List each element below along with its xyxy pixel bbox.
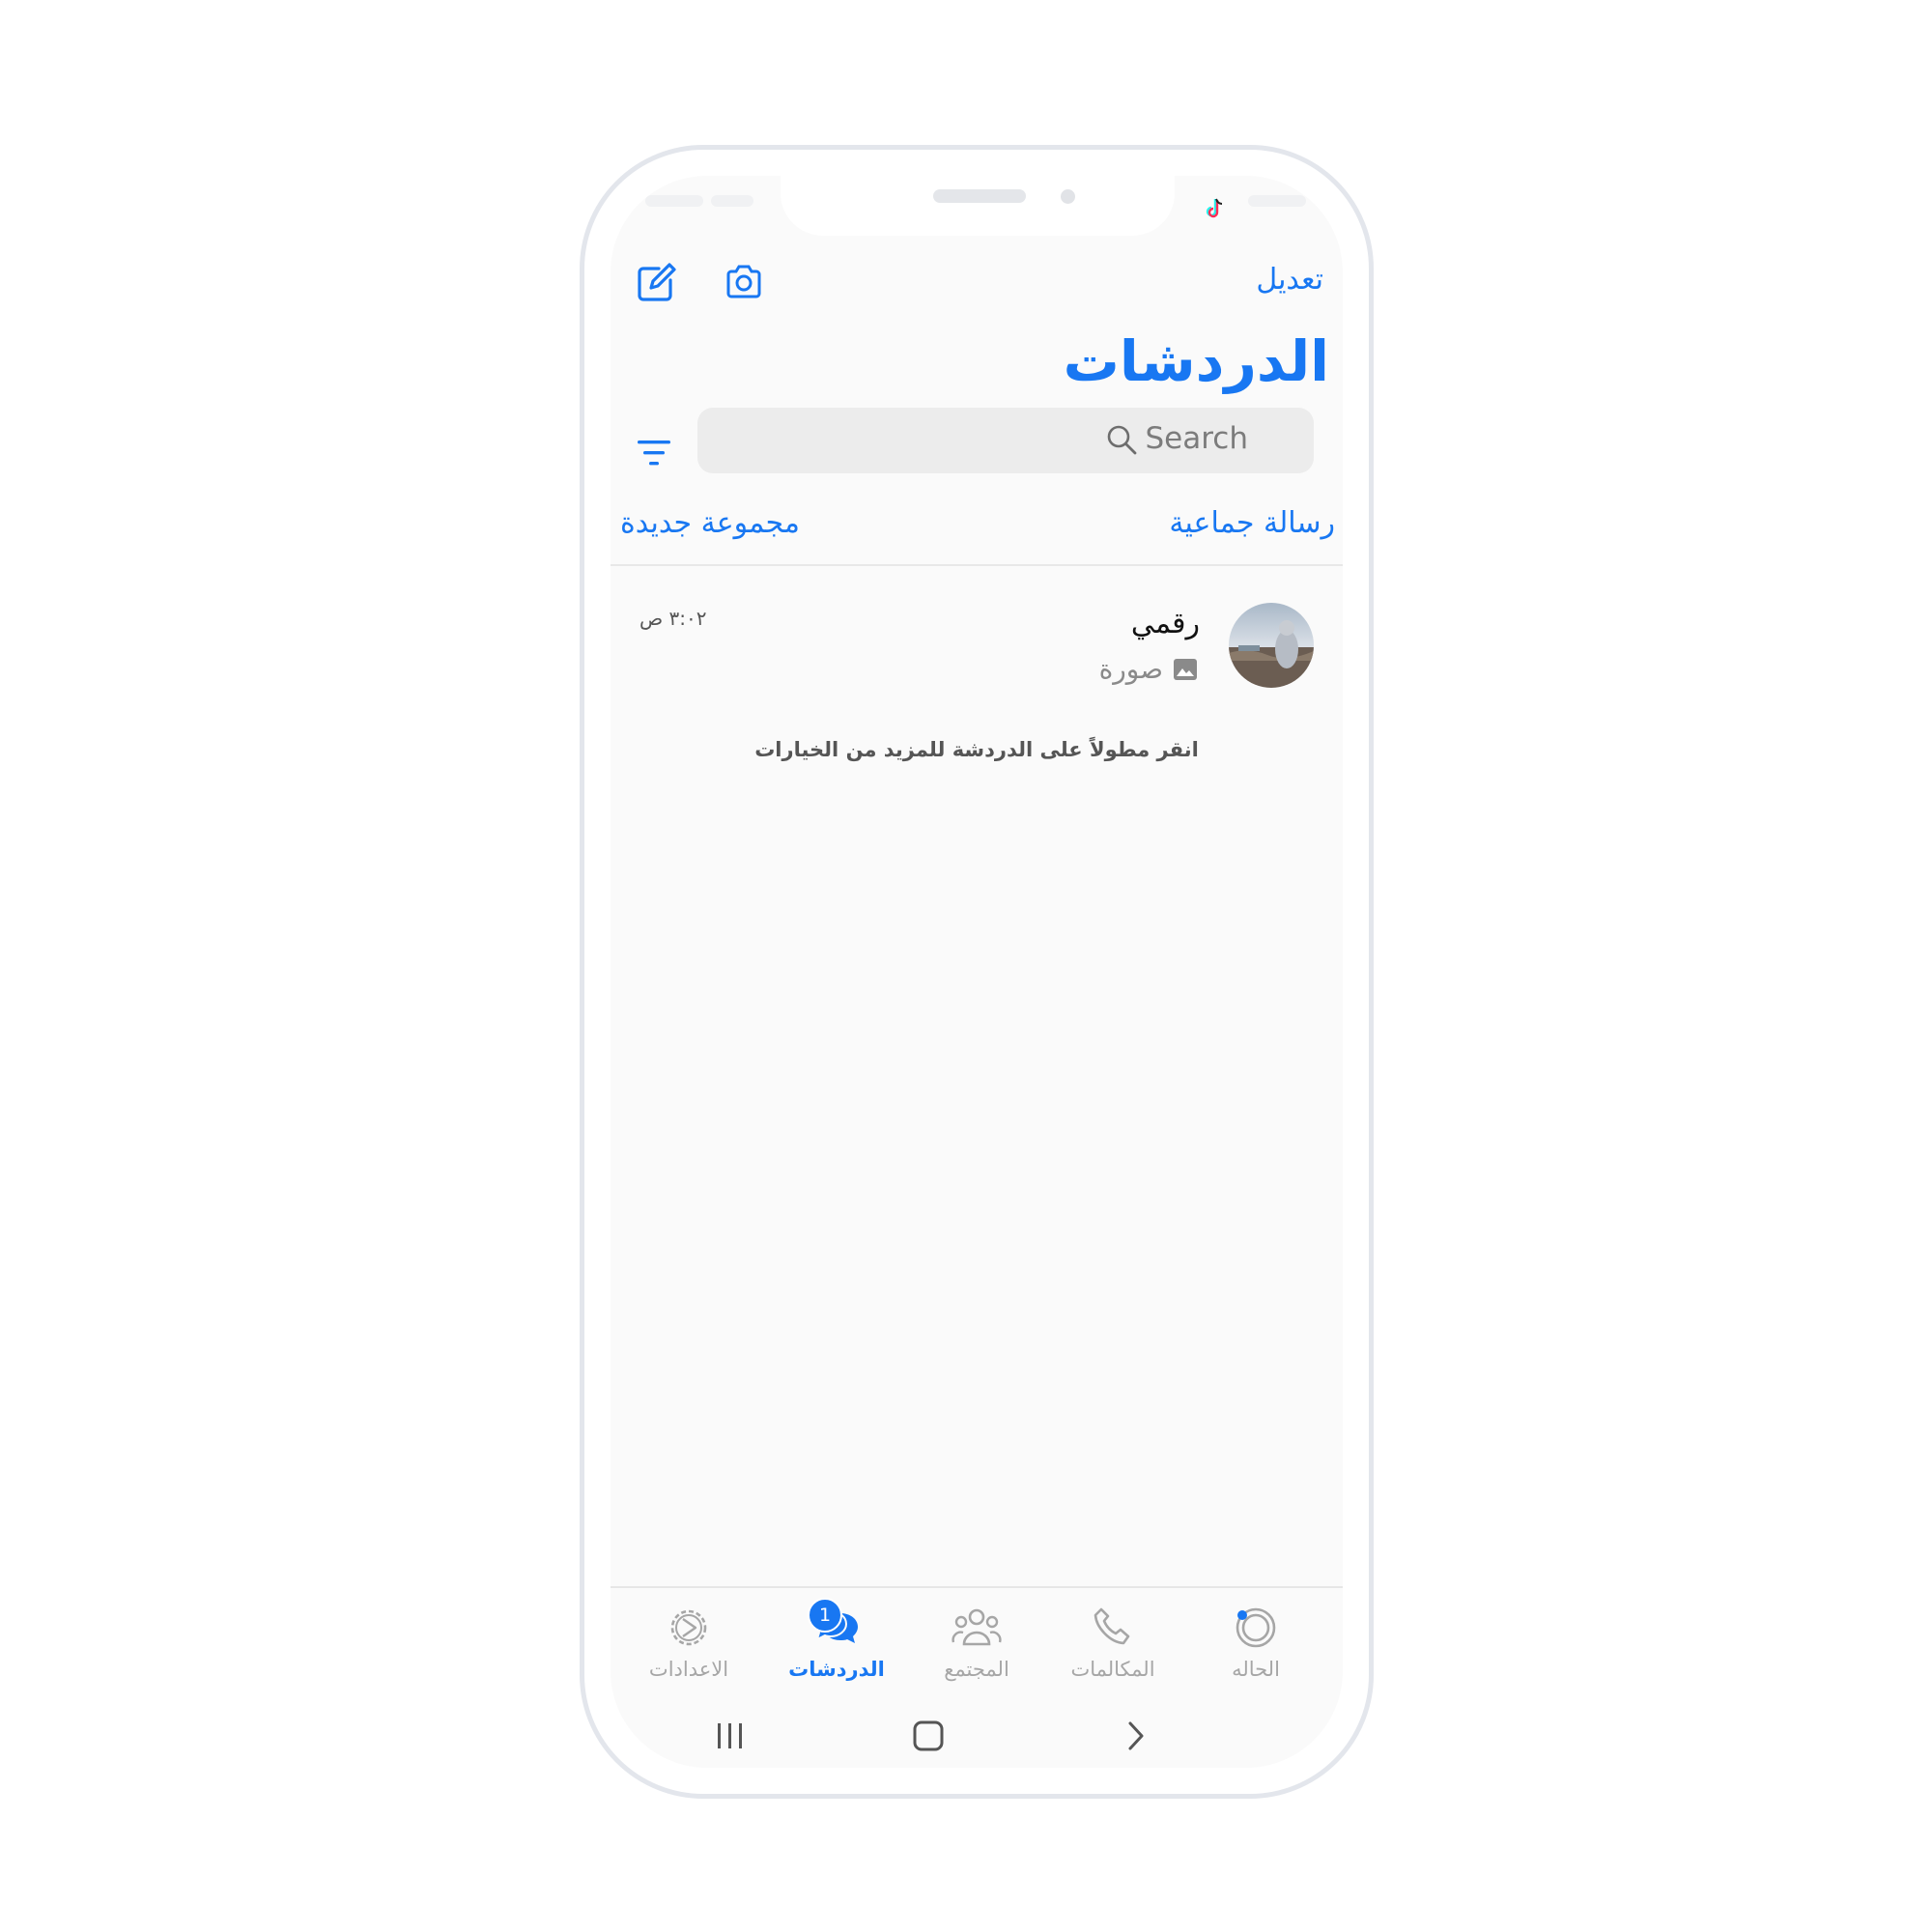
- tab-community-label: المجتمع: [944, 1658, 1009, 1681]
- status-icon: [1236, 1607, 1276, 1648]
- new-group-button[interactable]: مجموعة جديدة: [620, 506, 800, 540]
- chat-name: رقمي: [1130, 607, 1200, 640]
- tiktok-icon: [1206, 198, 1223, 218]
- notch: [781, 176, 1175, 236]
- speaker-grille: [933, 189, 1026, 203]
- avatar: [1229, 603, 1314, 688]
- recent-apps-icon[interactable]: [706, 1712, 754, 1760]
- filter-icon[interactable]: [636, 437, 672, 469]
- tab-calls[interactable]: المكالمات: [1045, 1598, 1180, 1694]
- search-input[interactable]: Search: [697, 408, 1314, 473]
- search-icon: [1107, 425, 1137, 455]
- unread-badge: 1: [808, 1598, 842, 1633]
- camera-icon[interactable]: [723, 261, 765, 303]
- settings-icon: [670, 1609, 707, 1646]
- page-title: الدردشات: [1063, 328, 1329, 394]
- back-icon[interactable]: [1113, 1712, 1161, 1760]
- phone-icon: [1094, 1607, 1130, 1645]
- tab-settings-label: الاعدادات: [648, 1658, 729, 1681]
- chat-time: ٣:٠٢ ص: [639, 607, 707, 630]
- photo-icon: [1174, 658, 1197, 680]
- long-press-hint: انقر مطولاً على الدردشة للمزيد من الخيار…: [754, 738, 1199, 761]
- home-icon[interactable]: [904, 1712, 952, 1760]
- tab-chats-label: الدردشات: [788, 1658, 885, 1681]
- search-placeholder: Search: [1145, 421, 1248, 456]
- status-signal: [645, 195, 703, 207]
- status-wifi: [711, 195, 753, 207]
- tab-settings[interactable]: الاعدادات: [621, 1598, 756, 1694]
- app-screen: تعديل الدردشات Search رسالة جماعية مجموع…: [611, 176, 1343, 1768]
- tab-status[interactable]: الحاله: [1188, 1598, 1323, 1694]
- tab-community[interactable]: المجتمع: [909, 1598, 1044, 1694]
- tab-chats[interactable]: 1 الدردشات: [769, 1598, 904, 1694]
- tab-bar-divider: [611, 1586, 1343, 1588]
- compose-icon[interactable]: [634, 261, 678, 305]
- community-icon: [952, 1608, 1002, 1646]
- chat-preview: صورة: [1099, 653, 1198, 685]
- status-battery: [1248, 195, 1306, 207]
- tab-calls-label: المكالمات: [1070, 1658, 1155, 1681]
- broadcast-button[interactable]: رسالة جماعية: [1169, 506, 1335, 540]
- chat-list-item[interactable]: رقمي ٣:٠٢ ص صورة: [611, 583, 1343, 690]
- divider: [611, 564, 1343, 566]
- edit-button[interactable]: تعديل: [1256, 263, 1323, 297]
- system-navigation-bar: [611, 1712, 1343, 1760]
- chat-preview-text: صورة: [1098, 653, 1163, 685]
- tab-status-label: الحاله: [1232, 1658, 1280, 1681]
- front-camera: [1061, 189, 1075, 204]
